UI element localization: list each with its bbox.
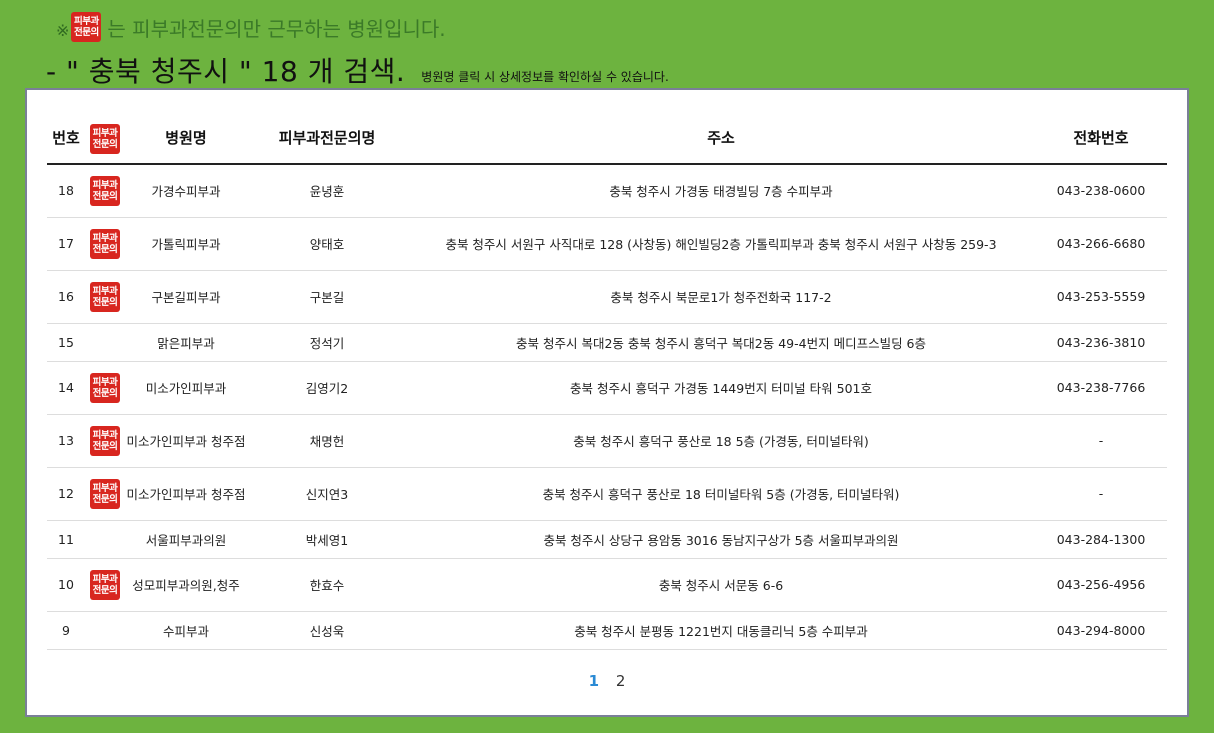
doctor-name: 정석기 (247, 323, 407, 362)
row-specialist (85, 323, 125, 362)
doctor-name: 구본길 (247, 270, 407, 324)
hospital-phone: 043-256-4956 (1035, 558, 1167, 612)
doctor-name: 한효수 (247, 558, 407, 612)
header-doctor: 피부과전문의명 (247, 112, 407, 165)
table-row: 9 수피부과 신성욱 충북 청주시 분평동 1221번지 대동클리닉 5층 수피부과 0… (47, 611, 1167, 650)
hospital-address: 충북 청주시 북문로1가 청주전화국 117-2 (407, 270, 1035, 324)
specialist-badge-icon: 피부과 전문의 (90, 425, 120, 456)
hospital-name-link[interactable]: 수피부과 (125, 611, 247, 650)
row-number: 16 (47, 270, 85, 324)
hospital-name-link[interactable]: 가톨릭피부과 (125, 217, 247, 271)
specialist-badge-icon: 피부과 전문의 (90, 228, 120, 259)
hospital-name-link[interactable]: 미소가인피부과 청주점 (125, 414, 247, 468)
specialist-badge-icon: 피부과 전문의 (90, 569, 120, 600)
row-number: 10 (47, 558, 85, 612)
row-specialist: 피부과 전문의 (85, 217, 125, 271)
doctor-name: 박세영1 (247, 520, 407, 559)
table-header-row: 번호 피부과 전문의 병원명 피부과전문의명 주소 전화번호 (47, 112, 1167, 165)
hospital-phone: 043-294-8000 (1035, 611, 1167, 650)
header-hospital-name: 병원명 (125, 112, 247, 165)
doctor-name: 신지연3 (247, 467, 407, 521)
specialist-notice: ※ 피부과 전문의 는 피부과전문의만 근무하는 병원입니다. (56, 12, 446, 42)
doctor-name: 김영기2 (247, 361, 407, 415)
hospital-phone: 043-238-7766 (1035, 361, 1167, 415)
hospital-address: 충북 청주시 분평동 1221번지 대동클리닉 5층 수피부과 (407, 611, 1035, 650)
specialist-badge-icon: 피부과 전문의 (90, 478, 120, 509)
hospital-phone: - (1035, 414, 1167, 468)
hospital-address: 충북 청주시 서문동 6-6 (407, 558, 1035, 612)
row-specialist: 피부과 전문의 (85, 270, 125, 324)
table-row: 15 맑은피부과 정석기 충북 청주시 복대2동 충북 청주시 흥덕구 복대2동 49… (47, 323, 1167, 362)
row-specialist: 피부과 전문의 (85, 558, 125, 612)
hospital-name-link[interactable]: 미소가인피부과 청주점 (125, 467, 247, 521)
specialist-badge-icon: 피부과 전문의 (90, 372, 120, 403)
header-number: 번호 (47, 112, 85, 165)
doctor-name: 신성욱 (247, 611, 407, 650)
hospital-table: 번호 피부과 전문의 병원명 피부과전문의명 주소 전화번호 18 피부과 전문의 가… (47, 112, 1167, 650)
table-row: 14 피부과 전문의 미소가인피부과 김영기2 충북 청주시 흥덕구 가경동 1449번지… (47, 361, 1167, 415)
row-number: 17 (47, 217, 85, 271)
specialist-badge-icon: 피부과 전문의 (90, 123, 120, 154)
row-number: 12 (47, 467, 85, 521)
doctor-name: 채명헌 (247, 414, 407, 468)
search-hint: 병원명 클릭 시 상세정보를 확인하실 수 있습니다. (421, 70, 669, 84)
header-address: 주소 (407, 112, 1035, 165)
table-row: 12 피부과 전문의 미소가인피부과 청주점 신지연3 충북 청주시 흥덕구 풍산로 18… (47, 467, 1167, 521)
row-number: 9 (47, 611, 85, 650)
doctor-name: 양태호 (247, 217, 407, 271)
notice-text: 는 피부과전문의만 근무하는 병원입니다. (107, 16, 446, 41)
table-row: 13 피부과 전문의 미소가인피부과 청주점 채명헌 충북 청주시 흥덕구 풍산로 18 … (47, 414, 1167, 468)
hospital-address: 충북 청주시 가경동 태경빌딩 7층 수피부과 (407, 164, 1035, 218)
page-link-2[interactable]: 2 (616, 672, 626, 690)
header-phone: 전화번호 (1035, 112, 1167, 165)
row-specialist: 피부과 전문의 (85, 467, 125, 521)
hospital-address: 충북 청주시 흥덕구 가경동 1449번지 터미널 타워 501호 (407, 361, 1035, 415)
specialist-badge-icon: 피부과 전문의 (90, 281, 120, 312)
page-current[interactable]: 1 (589, 672, 599, 690)
hospital-name-link[interactable]: 미소가인피부과 (125, 361, 247, 415)
row-number: 14 (47, 361, 85, 415)
search-result-title: - " 충북 청주시 " 18 개 검색. (46, 55, 406, 88)
row-specialist: 피부과 전문의 (85, 361, 125, 415)
hospital-phone: 043-238-0600 (1035, 164, 1167, 218)
hospital-phone: 043-236-3810 (1035, 323, 1167, 362)
reference-mark: ※ (56, 20, 70, 40)
row-number: 13 (47, 414, 85, 468)
specialist-badge-icon: 피부과 전문의 (90, 175, 120, 206)
hospital-name-link[interactable]: 가경수피부과 (125, 164, 247, 218)
row-number: 15 (47, 323, 85, 362)
pagination: 1 2 (27, 672, 1187, 690)
row-specialist (85, 611, 125, 650)
results-panel: 번호 피부과 전문의 병원명 피부과전문의명 주소 전화번호 18 피부과 전문의 가… (25, 88, 1189, 717)
hospital-address: 충북 청주시 서원구 사직대로 128 (사창동) 해인빌딩2층 가톨릭피부과 … (407, 217, 1035, 271)
row-number: 18 (47, 164, 85, 218)
table-row: 11 서울피부과의원 박세영1 충북 청주시 상당구 용암동 3016 동남지구상가 … (47, 520, 1167, 559)
hospital-name-link[interactable]: 맑은피부과 (125, 323, 247, 362)
hospital-phone: - (1035, 467, 1167, 521)
search-result-header: - " 충북 청주시 " 18 개 검색. 병원명 클릭 시 상세정보를 확인하… (46, 50, 669, 90)
header-specialist: 피부과 전문의 (85, 112, 125, 165)
hospital-address: 충북 청주시 복대2동 충북 청주시 흥덕구 복대2동 49-4번지 메디프스빌… (407, 323, 1035, 362)
doctor-name: 윤녕훈 (247, 164, 407, 218)
specialist-badge-icon: 피부과 전문의 (71, 12, 102, 42)
hospital-phone: 043-284-1300 (1035, 520, 1167, 559)
table-row: 10 피부과 전문의 성모피부과의원,청주 한효수 충북 청주시 서문동 6-6 043-2… (47, 558, 1167, 612)
hospital-address: 충북 청주시 흥덕구 풍산로 18 5층 (가경동, 터미널타워) (407, 414, 1035, 468)
hospital-name-link[interactable]: 서울피부과의원 (125, 520, 247, 559)
hospital-name-link[interactable]: 구본길피부과 (125, 270, 247, 324)
table-row: 17 피부과 전문의 가톨릭피부과 양태호 충북 청주시 서원구 사직대로 128 (사창… (47, 217, 1167, 271)
hospital-phone: 043-253-5559 (1035, 270, 1167, 324)
row-specialist: 피부과 전문의 (85, 164, 125, 218)
hospital-address: 충북 청주시 흥덕구 풍산로 18 터미널타워 5층 (가경동, 터미널타워) (407, 467, 1035, 521)
table-row: 16 피부과 전문의 구본길피부과 구본길 충북 청주시 북문로1가 청주전화국 117-… (47, 270, 1167, 324)
hospital-name-link[interactable]: 성모피부과의원,청주 (125, 558, 247, 612)
row-specialist (85, 520, 125, 559)
row-specialist: 피부과 전문의 (85, 414, 125, 468)
hospital-address: 충북 청주시 상당구 용암동 3016 동남지구상가 5층 서울피부과의원 (407, 520, 1035, 559)
table-row: 18 피부과 전문의 가경수피부과 윤녕훈 충북 청주시 가경동 태경빌딩 7층 수피부과… (47, 164, 1167, 218)
row-number: 11 (47, 520, 85, 559)
hospital-phone: 043-266-6680 (1035, 217, 1167, 271)
